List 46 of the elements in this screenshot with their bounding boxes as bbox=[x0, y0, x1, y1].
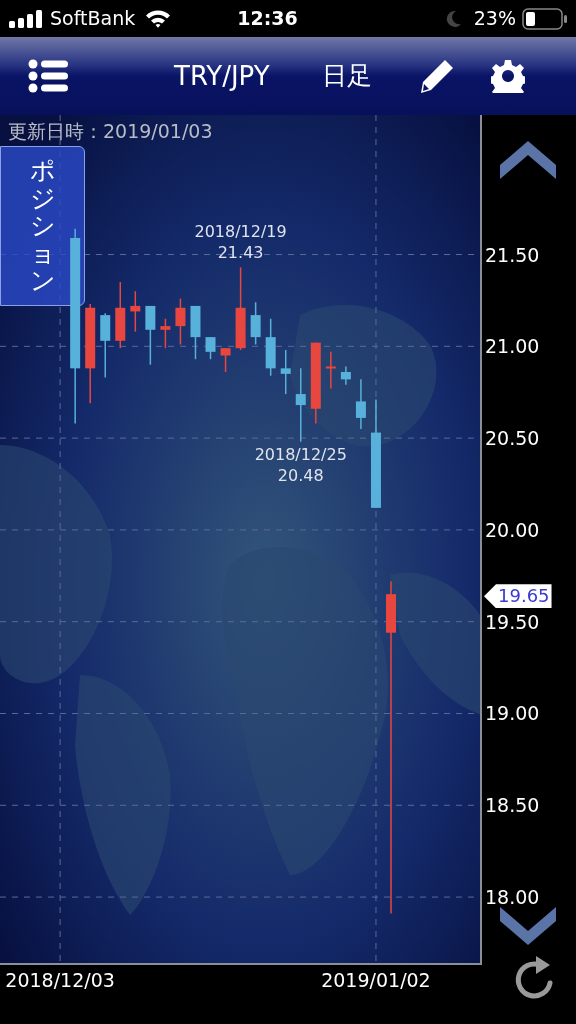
rising-candle bbox=[115, 281, 126, 349]
price-tick-label: 20.00 bbox=[485, 517, 540, 543]
price-tick-label: 21.50 bbox=[485, 242, 540, 268]
current-price-tag: 19.65 bbox=[484, 584, 552, 609]
update-time: 更新日時：2019/01/03 bbox=[8, 119, 213, 144]
rising-candle bbox=[220, 347, 231, 373]
price-tick-label: 19.50 bbox=[485, 609, 540, 635]
position-tab[interactable]: ポジション bbox=[0, 146, 85, 306]
low-price-label: 20.48 bbox=[277, 464, 324, 486]
falling-candle bbox=[190, 305, 201, 360]
falling-candle bbox=[205, 336, 216, 360]
price-tick-label: 20.50 bbox=[485, 425, 540, 451]
wifi-icon bbox=[145, 9, 172, 28]
moon-icon bbox=[445, 9, 462, 28]
currency-pair[interactable]: TRY/JPY bbox=[174, 56, 270, 96]
date-tick-label: 2018/12/03 bbox=[5, 968, 115, 993]
scroll-down-icon[interactable] bbox=[500, 907, 556, 945]
signal-icon bbox=[8, 9, 44, 28]
clock-time: 12:36 bbox=[237, 6, 298, 32]
price-tick-label: 18.50 bbox=[485, 793, 540, 818]
falling-candle bbox=[145, 305, 156, 366]
rising-candle bbox=[175, 297, 186, 346]
low-price-label: 2018/12/25 bbox=[254, 443, 347, 465]
scroll-up-icon[interactable] bbox=[500, 141, 556, 179]
rising-candle bbox=[325, 351, 336, 390]
high-price-label: 21.43 bbox=[217, 242, 264, 264]
price-tick-label: 18.00 bbox=[485, 884, 540, 910]
high-price-label: 2018/12/19 bbox=[194, 221, 287, 243]
timeframe-label[interactable]: 日足 bbox=[321, 57, 372, 95]
falling-candle bbox=[265, 318, 276, 377]
falling-candle bbox=[340, 365, 351, 386]
price-tick-label: 21.00 bbox=[485, 334, 540, 360]
pencil-icon[interactable] bbox=[418, 58, 455, 94]
carrier-name: SoftBank bbox=[50, 6, 136, 32]
falling-candle bbox=[100, 312, 111, 379]
battery-percent: 23% bbox=[473, 6, 516, 32]
falling-candle bbox=[250, 301, 261, 346]
rising-candle bbox=[160, 318, 171, 349]
rising-candle bbox=[130, 290, 141, 333]
date-tick-label: 2019/01/02 bbox=[321, 968, 431, 993]
battery-icon bbox=[522, 7, 568, 30]
falling-candle bbox=[280, 349, 291, 395]
menu-icon[interactable] bbox=[28, 59, 68, 93]
settings-icon[interactable] bbox=[490, 59, 525, 93]
price-tick-label: 19.00 bbox=[485, 701, 540, 727]
falling-candle bbox=[355, 378, 366, 430]
